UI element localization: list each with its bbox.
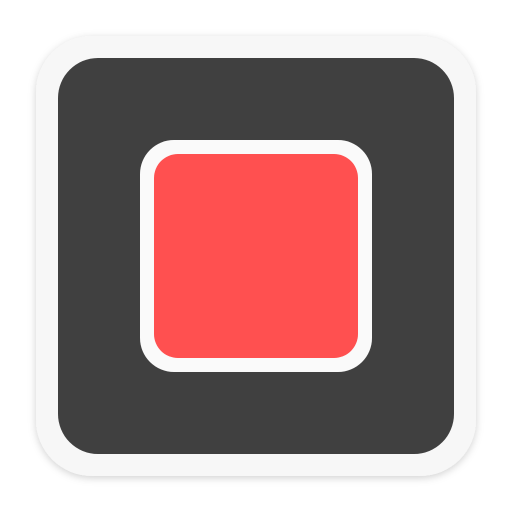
app-icon-canvas [0,0,512,512]
red-square-icon [154,154,358,358]
app-icon [36,36,476,476]
